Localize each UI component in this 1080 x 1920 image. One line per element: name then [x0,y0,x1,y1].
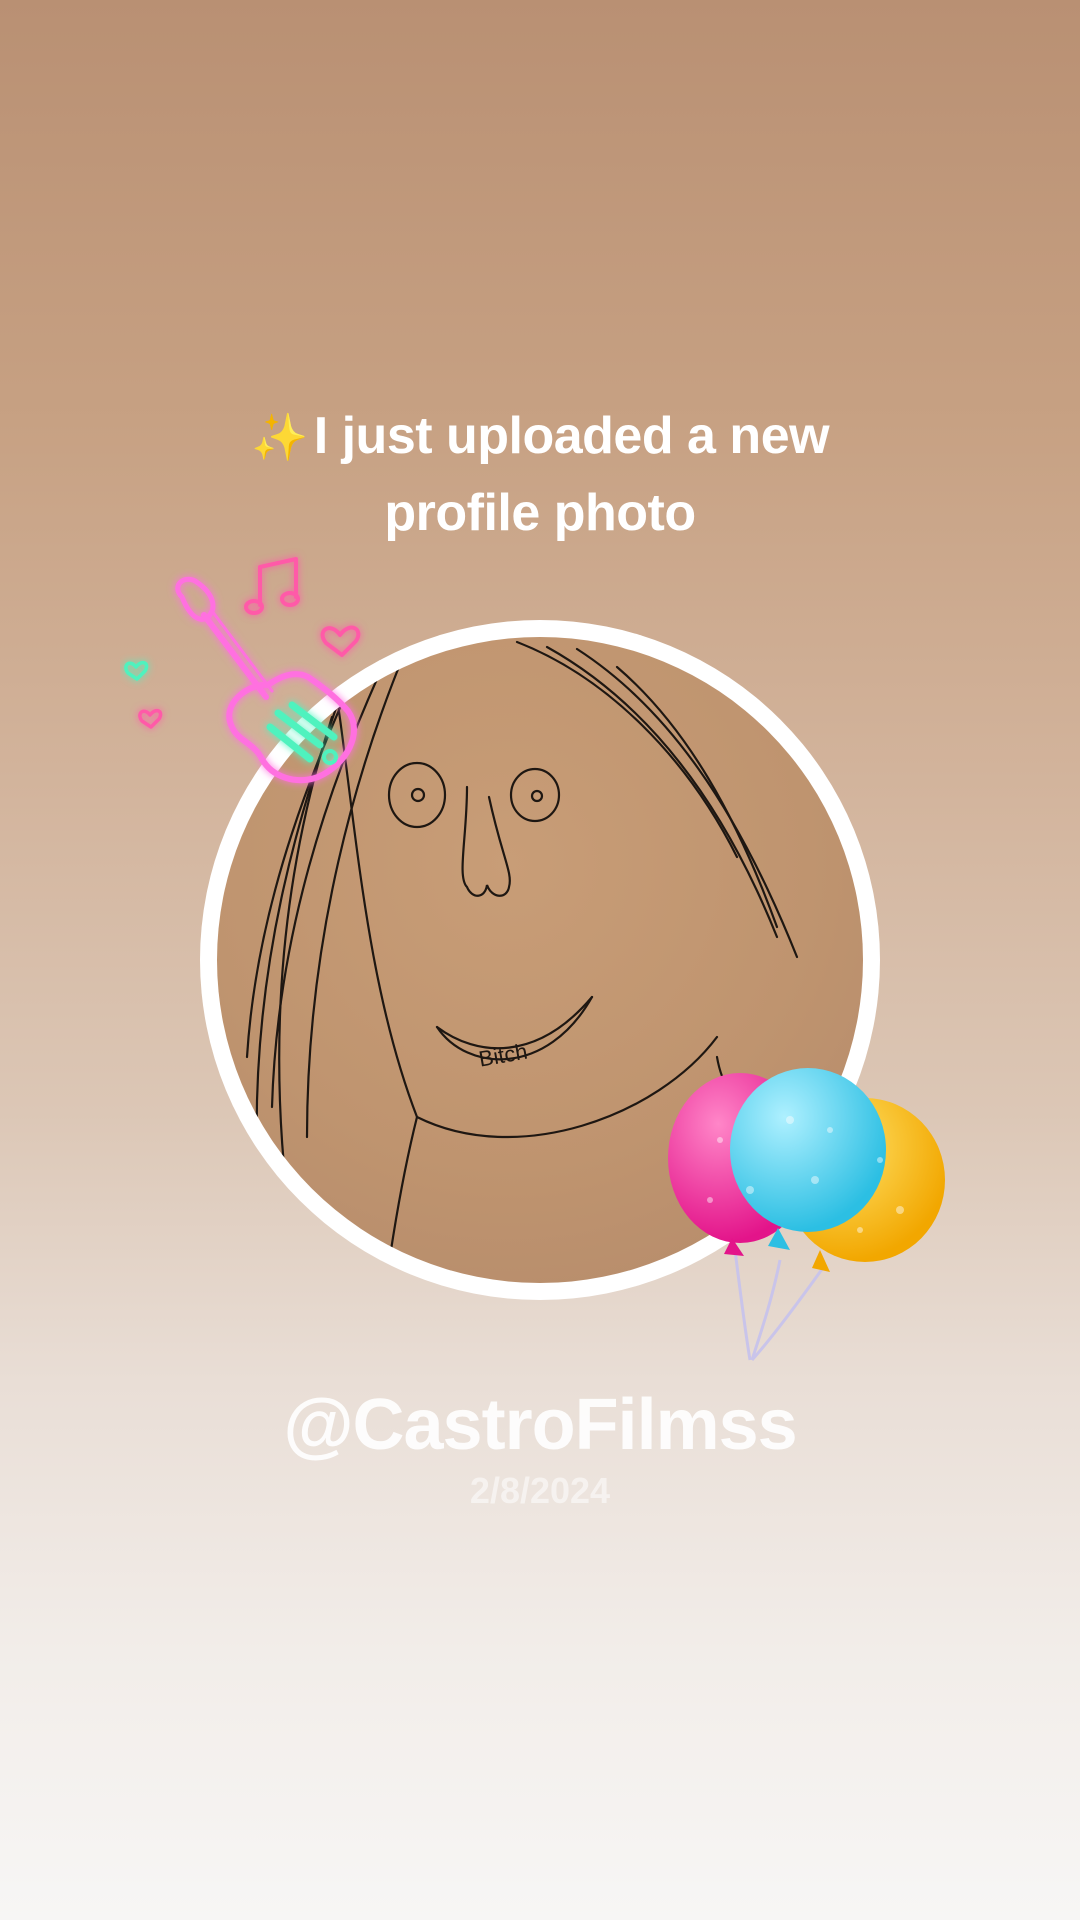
headline-line-1: I just uploaded a new [313,407,830,465]
guitar-icon[interactable] [120,545,390,815]
avatar-caption: Bitch [477,1039,530,1072]
balloons-icon[interactable] [640,1040,970,1370]
username[interactable]: @CastroFilmss [0,1380,1080,1470]
sparkles-icon: ✨ [250,411,308,463]
headline: ✨ I just uploaded a new profile photo [140,398,940,551]
headline-line-2: profile photo [384,484,696,542]
upload-date: 2/8/2024 [469,1470,611,1511]
